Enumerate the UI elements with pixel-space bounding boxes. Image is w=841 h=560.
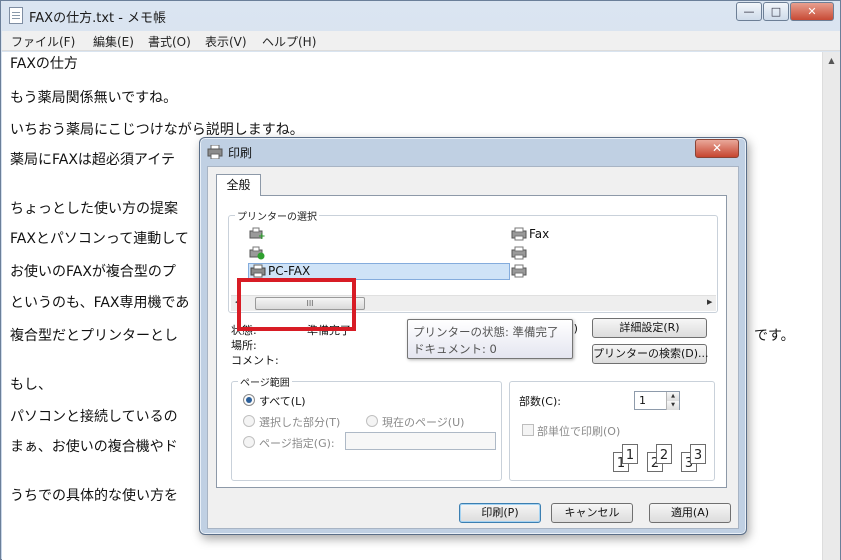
scroll-up-arrow-icon[interactable]: ▲ xyxy=(823,52,840,69)
dialog-close-button[interactable]: ✕ xyxy=(695,139,739,158)
scroll-right-arrow-icon[interactable]: ▶ xyxy=(707,298,712,306)
menu-file[interactable]: ファイル(F) xyxy=(11,33,75,50)
radio-pages[interactable] xyxy=(243,436,255,448)
copies-value[interactable]: 1 xyxy=(639,394,646,407)
collate-page-icon: 2 xyxy=(656,444,672,464)
text-line: もし、 xyxy=(10,377,52,393)
text-line: FAXとパソコンって連動して xyxy=(10,231,189,247)
text-line: 薬局にFAXは超必須アイテ xyxy=(10,152,175,168)
notepad-title: FAXの仕方.txt - メモ帳 xyxy=(29,11,167,26)
radio-current-page-label[interactable]: 現在のページ(U) xyxy=(382,414,464,430)
text-line: 複合型だとプリンターとし xyxy=(10,328,178,344)
menu-bar: ファイル(F) 編集(E) 書式(O) 表示(V) ヘルプ(H) xyxy=(2,31,840,51)
text-line: お使いのFAXが複合型のプ xyxy=(10,264,176,280)
pages-input[interactable] xyxy=(345,432,496,450)
menu-view[interactable]: 表示(V) xyxy=(205,33,247,50)
collate-checkbox[interactable] xyxy=(522,424,534,436)
collate-page-icon: 1 xyxy=(622,444,638,464)
tooltip-documents: ドキュメント: 0 xyxy=(413,342,497,356)
printer-name-fax[interactable]: Fax xyxy=(529,227,549,241)
radio-all[interactable] xyxy=(243,394,255,406)
collate-label[interactable]: 部単位で印刷(O) xyxy=(537,423,620,439)
location-label: 場所: xyxy=(231,339,257,352)
tab-general[interactable]: 全般 xyxy=(216,174,261,196)
vertical-scrollbar[interactable]: ▲ xyxy=(822,52,840,560)
add-printer-icon[interactable]: + xyxy=(249,227,265,241)
radio-current-page[interactable] xyxy=(366,415,378,427)
text-line: もう薬局関係無いですね。 xyxy=(10,90,178,106)
tab-panel-general: プリンターの選択 + Fax PC-FAX ◀ III ▶ 状態: 準備完了 場… xyxy=(216,195,727,488)
close-button[interactable]: ✕ xyxy=(790,2,834,21)
spin-down-icon[interactable]: ▼ xyxy=(666,401,679,410)
collate-page-icon: 3 xyxy=(690,444,706,464)
text-line: FAXの仕方 xyxy=(10,56,78,72)
radio-selection[interactable] xyxy=(243,415,255,427)
page-range-label: ページ範囲 xyxy=(238,374,292,389)
print-dialog: 印刷 ✕ 全般 プリンターの選択 + Fax PC-FAX ◀ III ▶ 状態… xyxy=(199,137,747,535)
printer-icon[interactable] xyxy=(511,264,527,278)
text-line: いちおう薬局にこじつけながら説明しますね。 xyxy=(10,122,304,138)
notepad-titlebar[interactable]: FAXの仕方.txt - メモ帳 — □ ✕ xyxy=(1,1,840,31)
text-line: というのも、FAX専用機であ xyxy=(10,295,190,311)
text-line: ちょっとした使い方の提案 xyxy=(10,201,178,217)
menu-edit[interactable]: 編集(E) xyxy=(93,33,134,50)
highlight-annotation xyxy=(237,278,356,331)
maximize-button[interactable]: □ xyxy=(763,2,789,21)
apply-button[interactable]: 適用(A) xyxy=(649,503,731,523)
text-line-tail: です。 xyxy=(754,328,795,344)
pc-fax-printer-icon xyxy=(250,264,266,278)
spin-up-icon[interactable]: ▲ xyxy=(666,392,679,401)
printer-selection-label: プリンターの選択 xyxy=(235,208,319,223)
printer-status-tooltip: プリンターの状態: 準備完了 ドキュメント: 0 xyxy=(407,319,573,359)
dialog-body: 全般 プリンターの選択 + Fax PC-FAX ◀ III ▶ 状態: 準備完… xyxy=(207,166,739,529)
cancel-button[interactable]: キャンセル xyxy=(551,503,633,523)
minimize-button[interactable]: — xyxy=(736,2,762,21)
preferences-button[interactable]: 詳細設定(R) xyxy=(592,318,707,338)
menu-help[interactable]: ヘルプ(H) xyxy=(262,33,316,50)
print-button[interactable]: 印刷(P) xyxy=(459,503,541,523)
text-line: まぁ、お使いの複合機やド xyxy=(10,439,178,455)
comment-label: コメント: xyxy=(231,354,279,367)
text-line: パソコンと接続しているの xyxy=(10,409,178,425)
radio-all-label[interactable]: すべて(L) xyxy=(259,393,306,409)
tooltip-status: プリンターの状態: 準備完了 xyxy=(413,325,559,339)
printer-icon[interactable] xyxy=(511,246,527,260)
radio-selection-label[interactable]: 選択した部分(T) xyxy=(259,414,340,430)
radio-pages-label[interactable]: ページ指定(G): xyxy=(259,435,335,451)
text-line: うちでの具体的な使い方を xyxy=(10,488,178,504)
printer-name-pc-fax: PC-FAX xyxy=(268,264,311,278)
find-printer-button[interactable]: プリンターの検索(D)... xyxy=(592,344,709,364)
notepad-icon xyxy=(9,7,23,24)
svg-text:+: + xyxy=(258,232,265,241)
printer-icon xyxy=(207,145,223,159)
dialog-title: 印刷 xyxy=(228,146,253,160)
menu-format[interactable]: 書式(O) xyxy=(148,33,191,50)
copies-label: 部数(C): xyxy=(519,395,561,408)
copies-stepper[interactable]: 1 ▲ ▼ xyxy=(634,391,680,410)
default-printer-icon[interactable] xyxy=(249,246,265,260)
fax-printer-icon[interactable] xyxy=(511,227,527,241)
